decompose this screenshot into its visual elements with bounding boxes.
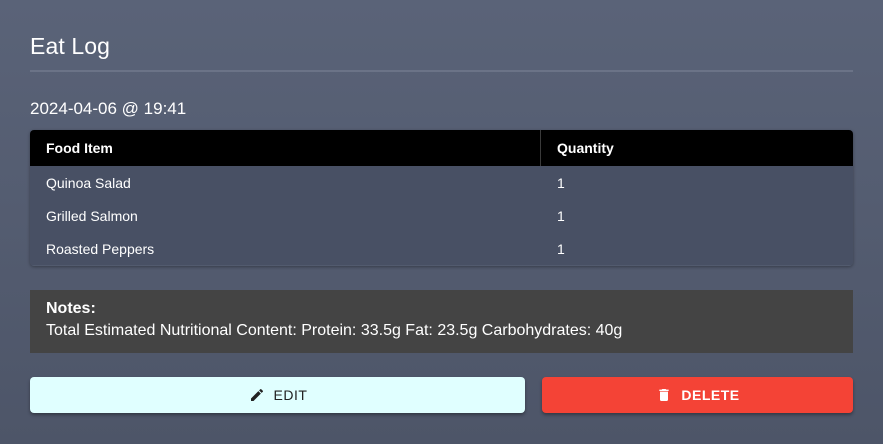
log-datetime: 2024-04-06 @ 19:41 — [30, 99, 187, 118]
pencil-icon — [248, 386, 266, 404]
edit-button-label: EDIT — [273, 387, 308, 403]
header-food-item: Food Item — [30, 130, 541, 166]
quantity-cell: 1 — [557, 207, 565, 224]
notes-text: Total Estimated Nutritional Content: Pro… — [46, 322, 623, 339]
edit-button[interactable]: EDIT — [30, 377, 525, 413]
food-item-cell: Quinoa Salad — [30, 166, 541, 199]
title-divider — [30, 70, 853, 72]
quantity-cell: 1 — [557, 240, 565, 257]
food-item-cell: Grilled Salmon — [30, 199, 541, 232]
page-title: Eat Log — [30, 33, 110, 59]
quantity-cell: 1 — [557, 174, 565, 191]
notes-panel: Notes: Total Estimated Nutritional Conte… — [30, 290, 853, 353]
delete-button-label: DELETE — [681, 387, 740, 403]
food-table: Food Item Quantity Quinoa Salad 1 Grille… — [30, 130, 853, 266]
food-item-cell: Roasted Peppers — [30, 232, 541, 265]
table-row: Quinoa Salad 1 — [30, 166, 853, 199]
table-row: Grilled Salmon 1 — [30, 199, 853, 232]
trash-icon — [655, 386, 673, 404]
delete-button[interactable]: DELETE — [542, 377, 853, 413]
header-quantity: Quantity — [557, 140, 614, 156]
notes-title: Notes: — [46, 300, 96, 317]
table-row: Roasted Peppers 1 — [30, 232, 853, 265]
table-header-row: Food Item Quantity — [30, 130, 853, 166]
